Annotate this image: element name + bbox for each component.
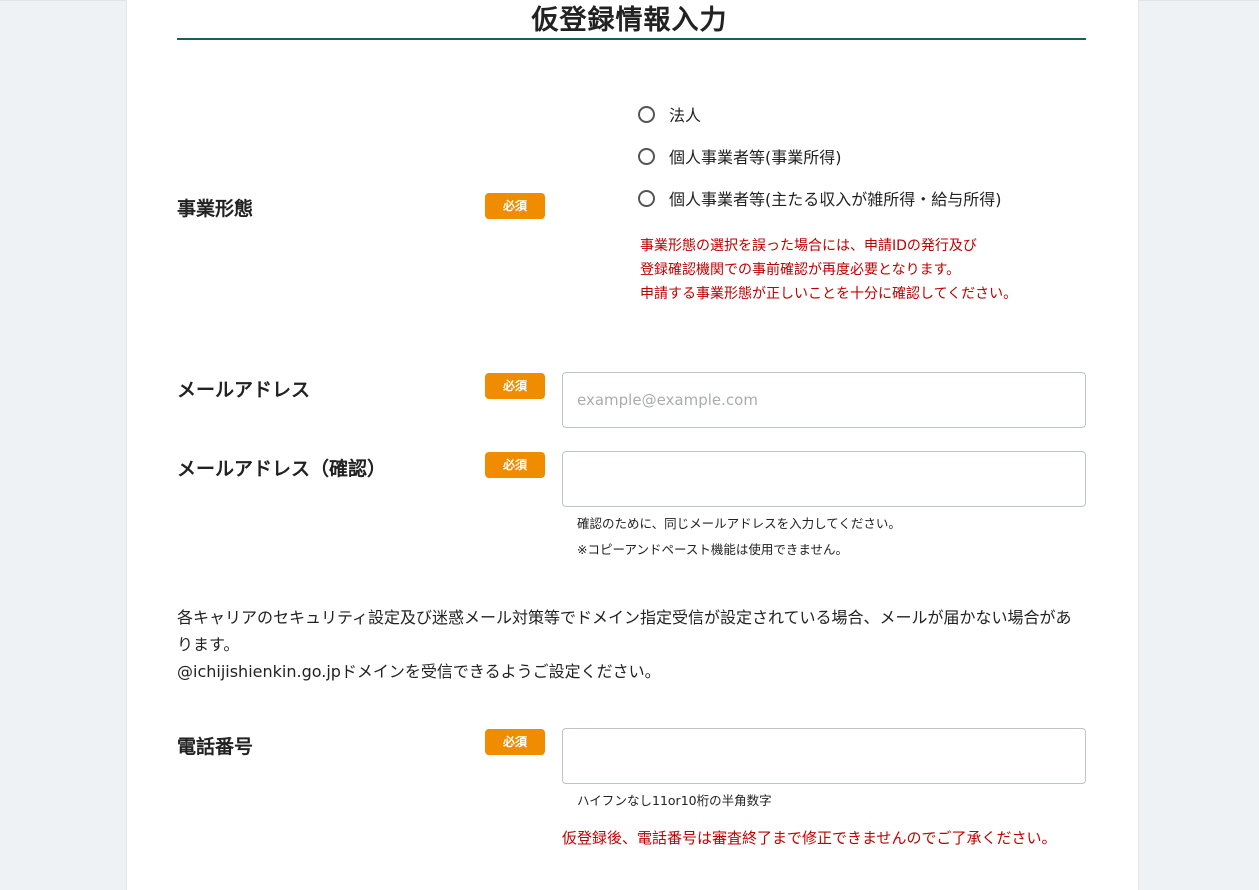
radio-sole-proprietor-misc[interactable]: 個人事業者等(主たる収入が雑所得・給与所得) [638, 186, 1002, 210]
page-title: 仮登録情報入力 [531, 5, 728, 36]
radio-button-icon[interactable] [638, 147, 655, 165]
domain-info-line: 各キャリアのセキュリティ設定及び迷惑メール対策等でドメイン指定受信が設定されてい… [177, 608, 1072, 654]
warning-line: 事業形態の選択を誤った場合には、申請IDの発行及び [640, 238, 977, 254]
radio-button-icon[interactable] [638, 189, 655, 207]
radio-sole-proprietor-business[interactable]: 個人事業者等(事業所得) [638, 144, 842, 168]
email-field[interactable] [562, 372, 1086, 428]
radio-corporation[interactable]: 法人 [638, 102, 701, 126]
required-badge-business-type: 必須 [485, 193, 545, 219]
radio-label-sole-proprietor-business: 個人事業者等(事業所得) [669, 148, 842, 167]
domain-info-line: @ichijishienkin.go.jpドメインを受信できるようご設定ください… [177, 662, 661, 681]
radio-label-sole-proprietor-misc: 個人事業者等(主たる収入が雑所得・給与所得) [669, 190, 1002, 209]
radio-button-icon[interactable] [638, 105, 655, 123]
required-badge-phone: 必須 [485, 729, 545, 755]
email-confirm-note: 確認のために、同じメールアドレスを入力してください。 [577, 516, 901, 531]
warning-line: 登録確認機関での事前確認が再度必要となります。 [640, 262, 961, 278]
email-confirm-label: メールアドレス（確認） [177, 458, 387, 480]
phone-field[interactable] [562, 728, 1086, 784]
required-badge-email-confirm: 必須 [485, 452, 545, 478]
domain-info: 各キャリアのセキュリティ設定及び迷惑メール対策等でドメイン指定受信が設定されてい… [177, 604, 1086, 685]
email-confirm-field[interactable] [562, 451, 1086, 507]
copy-paste-note: ※コピーアンドペースト機能は使用できません。 [577, 542, 848, 557]
email-label: メールアドレス [177, 379, 311, 401]
phone-note: ハイフンなし11or10桁の半角数字 [577, 793, 772, 808]
radio-label-corporation: 法人 [669, 106, 702, 125]
required-badge-email: 必須 [485, 373, 545, 399]
title-divider [177, 38, 1086, 40]
warning-line: 申請する事業形態が正しいことを十分に確認してください。 [640, 286, 1018, 302]
phone-warning: 仮登録後、電話番号は審査終了まで修正できませんのでご了承ください。 [562, 829, 1057, 847]
phone-label: 電話番号 [177, 736, 254, 758]
business-type-warning: 事業形態の選択を誤った場合には、申請IDの発行及び 登録確認機関での事前確認が再… [640, 234, 1017, 306]
business-type-label: 事業形態 [177, 198, 254, 220]
